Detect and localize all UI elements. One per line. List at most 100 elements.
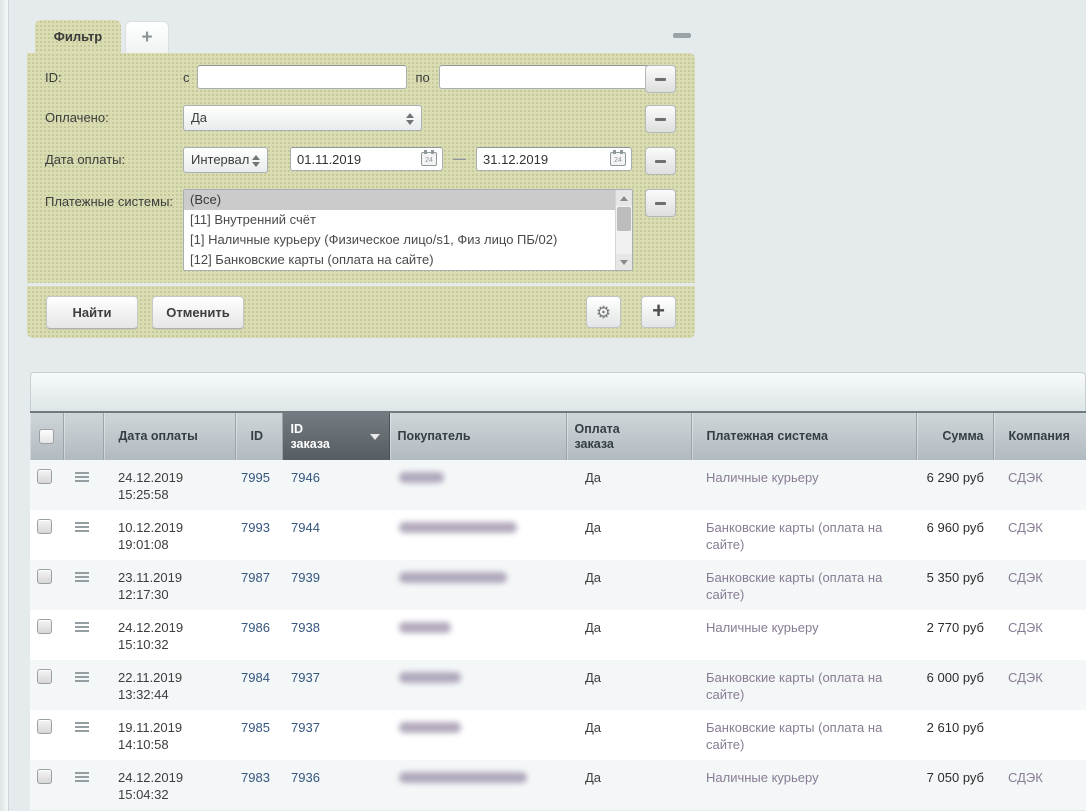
remove-paysystems-filter-button[interactable] <box>645 189 676 217</box>
id-link[interactable]: 7984 <box>241 670 270 685</box>
cell-sum: 6 960 руб <box>916 510 993 560</box>
cell-order-id: 7944 <box>282 510 389 560</box>
id-link[interactable]: 7985 <box>241 720 270 735</box>
add-filter-field-button[interactable]: + <box>641 296 676 328</box>
order-id-link[interactable]: 7937 <box>291 720 320 735</box>
header-paid[interactable]: Оплата заказа <box>566 411 692 460</box>
row-checkbox[interactable] <box>37 469 52 484</box>
buyer-name-redacted[interactable] <box>399 772 527 783</box>
filter-row-id: ID: с по <box>45 65 695 93</box>
cancel-button[interactable]: Отменить <box>152 295 244 329</box>
row-menu-icon[interactable] <box>75 672 89 682</box>
cell-checkbox <box>30 660 63 710</box>
select-all-checkbox[interactable] <box>38 429 54 444</box>
header-order-id-sorted[interactable]: ID заказа <box>282 411 390 460</box>
remove-id-filter-button[interactable] <box>645 65 676 93</box>
row-menu-icon[interactable] <box>75 522 89 532</box>
id-link[interactable]: 7986 <box>241 620 270 635</box>
row-checkbox[interactable] <box>37 619 52 634</box>
order-id-link[interactable]: 7937 <box>291 670 320 685</box>
paid-select[interactable]: Да <box>183 105 422 131</box>
cell-paysystem: Банковские карты (оплата на сайте) <box>691 560 916 610</box>
row-checkbox[interactable] <box>37 569 52 584</box>
row-menu-icon[interactable] <box>75 472 89 482</box>
buyer-name-redacted[interactable] <box>399 572 507 583</box>
order-id-link[interactable]: 7938 <box>291 620 320 635</box>
buyer-name-redacted[interactable] <box>399 622 451 633</box>
id-from-label: с <box>183 70 190 85</box>
header-paysystem[interactable]: Платежная система <box>691 411 917 460</box>
row-checkbox[interactable] <box>37 769 52 784</box>
paysystems-listbox[interactable]: (Все) [11] Внутренний счёт [1] Наличные ку… <box>183 189 633 271</box>
grid-body: 24.12.2019 15:25:58 7995 7946 Да Наличные кур… <box>30 460 1086 810</box>
cell-checkbox <box>30 760 63 810</box>
paysystem-option[interactable]: [12] Банковские карты (оплата на сайте) <box>184 250 615 270</box>
scroll-up-icon[interactable] <box>616 190 632 206</box>
calendar-icon[interactable]: 24 <box>610 150 626 166</box>
cell-menu <box>63 610 103 660</box>
date-to-input[interactable] <box>476 147 632 171</box>
buyer-name-redacted[interactable] <box>399 672 461 683</box>
buyer-name-redacted[interactable] <box>399 722 461 733</box>
pay-time: 15:25:58 <box>118 487 169 502</box>
pay-time: 14:10:58 <box>118 737 169 752</box>
order-id-link[interactable]: 7946 <box>291 470 320 485</box>
pay-date: 10.12.2019 <box>118 520 184 535</box>
header-id[interactable]: ID <box>235 411 283 460</box>
scroll-down-icon[interactable] <box>616 254 632 270</box>
order-id-link[interactable]: 7936 <box>291 770 320 785</box>
tab-filter[interactable]: Фильтр <box>35 20 121 53</box>
paid-select-value: Да <box>191 110 208 125</box>
find-button[interactable]: Найти <box>46 295 138 329</box>
cell-pay-date: 24.12.2019 15:25:58 <box>103 460 235 510</box>
buyer-name-redacted[interactable] <box>399 472 444 483</box>
row-menu-icon[interactable] <box>75 772 89 782</box>
header-date[interactable]: Дата оплаты <box>103 411 236 460</box>
calendar-icon[interactable]: 24 <box>421 150 437 166</box>
cell-sum: 2 770 руб <box>916 610 993 660</box>
id-link[interactable]: 7995 <box>241 470 270 485</box>
row-checkbox[interactable] <box>37 719 52 734</box>
header-select-all[interactable] <box>30 411 64 460</box>
add-filter-tab-button[interactable]: + <box>125 21 169 53</box>
header-company[interactable]: Компания <box>993 411 1086 460</box>
filter-settings-button[interactable]: ⚙ <box>586 296 621 328</box>
cell-buyer <box>389 710 566 760</box>
cell-company: СДЭК <box>993 510 1086 560</box>
pay-time: 15:04:32 <box>118 787 169 802</box>
id-link[interactable]: 7993 <box>241 520 270 535</box>
row-menu-icon[interactable] <box>75 572 89 582</box>
date-mode-select[interactable]: Интервал <box>183 147 268 173</box>
listbox-scrollbar[interactable] <box>615 190 632 270</box>
cell-sum: 7 050 руб <box>916 760 993 810</box>
buyer-name-redacted[interactable] <box>399 522 517 533</box>
header-sum[interactable]: Сумма <box>916 411 994 460</box>
row-checkbox[interactable] <box>37 669 52 684</box>
paysystem-option[interactable]: [11] Внутренний счёт <box>184 210 615 230</box>
row-menu-icon[interactable] <box>75 722 89 732</box>
row-checkbox[interactable] <box>37 519 52 534</box>
id-link[interactable]: 7983 <box>241 770 270 785</box>
id-link[interactable]: 7987 <box>241 570 270 585</box>
cell-checkbox <box>30 460 63 510</box>
sort-desc-icon <box>369 434 380 440</box>
paysystem-option[interactable]: (Все) <box>184 190 615 210</box>
cell-checkbox <box>30 560 63 610</box>
order-id-link[interactable]: 7939 <box>291 570 320 585</box>
id-from-input[interactable] <box>196 65 407 89</box>
header-buyer[interactable]: Покупатель <box>389 411 567 460</box>
cell-buyer <box>389 510 566 560</box>
id-to-input[interactable] <box>438 65 649 89</box>
row-menu-icon[interactable] <box>75 622 89 632</box>
remove-paid-filter-button[interactable] <box>645 105 676 133</box>
pay-date: 19.11.2019 <box>118 720 183 735</box>
order-id-link[interactable]: 7944 <box>291 520 320 535</box>
filter-body: ID: с по Оплачено: Да Дата оплаты: Интер… <box>27 53 695 283</box>
cell-menu <box>63 510 103 560</box>
remove-date-filter-button[interactable] <box>645 147 676 175</box>
table-row: 10.12.2019 19:01:08 7993 7944 Да Банковские к… <box>30 510 1086 560</box>
scrollbar-thumb[interactable] <box>617 207 631 231</box>
filter-collapse-minus-icon[interactable] <box>673 33 691 38</box>
table-row: 24.12.2019 15:04:32 7983 7936 Да Наличные кур… <box>30 760 1086 810</box>
paysystem-option[interactable]: [1] Наличные курьеру (Физическое лицо/s1… <box>184 230 615 250</box>
